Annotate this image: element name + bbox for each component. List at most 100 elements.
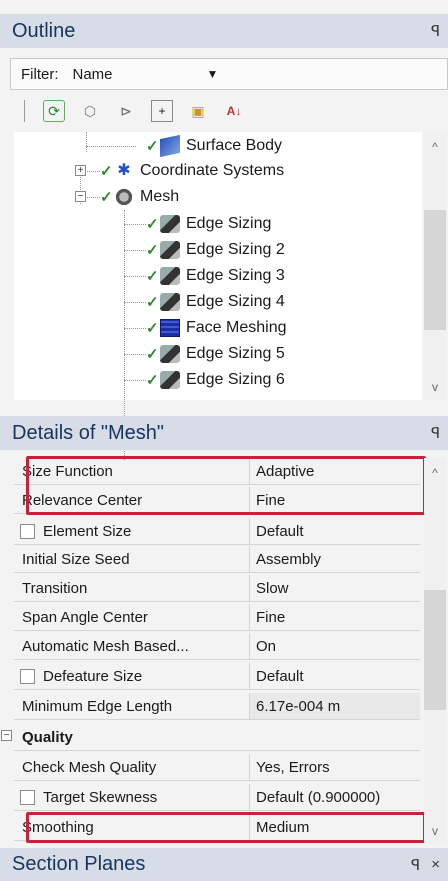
expand-icon[interactable]: + bbox=[75, 165, 86, 176]
mesh-icon bbox=[114, 188, 134, 206]
check-icon: ✓ bbox=[146, 138, 159, 155]
parameter-checkbox[interactable] bbox=[20, 523, 35, 539]
property-name-cell: Defeature Size bbox=[14, 663, 250, 689]
tree-item-edge-sizing[interactable]: ✓ Edge Sizing bbox=[146, 212, 271, 236]
highlight-box bbox=[26, 812, 426, 843]
property-name: Transition bbox=[14, 575, 250, 601]
tree-item-label: Edge Sizing 6 bbox=[186, 371, 285, 388]
collapse-icon[interactable]: − bbox=[75, 191, 86, 202]
property-name-cell: Target Skewness bbox=[14, 784, 250, 810]
property-name: Defeature Size bbox=[43, 667, 143, 685]
edge-sizing-icon bbox=[160, 371, 180, 389]
tree-item-label: Edge Sizing 4 bbox=[186, 293, 285, 310]
edge-sizing-icon bbox=[160, 241, 180, 259]
edge-sizing-icon bbox=[160, 345, 180, 363]
outline-filter-bar: Filter: Name ▼ bbox=[10, 58, 448, 90]
tree-item-label: Face Meshing bbox=[186, 319, 287, 336]
filter-select[interactable]: Name bbox=[59, 66, 207, 83]
tree-item-label: Surface Body bbox=[186, 137, 283, 154]
tree-item-label: Edge Sizing bbox=[186, 215, 272, 232]
property-name: Automatic Mesh Based... bbox=[14, 633, 250, 659]
check-icon: ✓ bbox=[146, 242, 159, 259]
details-row[interactable]: Check Mesh Quality Yes, Errors bbox=[14, 754, 420, 781]
property-value: 6.17e-004 m bbox=[250, 693, 420, 719]
scroll-up-icon[interactable]: ^ bbox=[424, 466, 446, 480]
coordinate-axes-icon: ✱ bbox=[117, 162, 131, 179]
parameter-checkbox[interactable] bbox=[20, 668, 35, 684]
tree-item-edge-sizing-4[interactable]: ✓ Edge Sizing 4 bbox=[146, 290, 285, 314]
property-value[interactable]: Default bbox=[250, 518, 420, 544]
pin-icon[interactable]: ꟼ bbox=[431, 424, 440, 442]
scroll-down-icon[interactable]: v bbox=[424, 824, 446, 838]
details-scroll-thumb[interactable] bbox=[424, 590, 446, 710]
surface-body-icon bbox=[160, 134, 180, 158]
check-icon: ✓ bbox=[100, 163, 113, 180]
sort-az-icon[interactable]: A↓ bbox=[223, 100, 245, 122]
check-icon: ✓ bbox=[146, 268, 159, 285]
section-planes-panel-title: Section Planes ꟼ × bbox=[0, 848, 448, 881]
property-name-cell: Element Size bbox=[14, 518, 250, 544]
details-row[interactable]: Element Size Default bbox=[14, 518, 420, 545]
tree-item-surface-body[interactable]: ✓ Surface Body bbox=[146, 134, 282, 158]
scroll-up-icon[interactable]: ^ bbox=[424, 140, 446, 154]
dropdown-arrow-icon[interactable]: ▼ bbox=[207, 67, 219, 81]
expand-all-icon[interactable]: + bbox=[151, 100, 173, 122]
outline-title-text: Outline bbox=[12, 19, 76, 42]
tree-item-label: Edge Sizing 5 bbox=[186, 345, 285, 362]
highlight-box bbox=[26, 456, 426, 515]
edge-sizing-icon bbox=[160, 267, 180, 285]
check-icon: ✓ bbox=[146, 320, 159, 337]
tree-item-label: Edge Sizing 2 bbox=[186, 241, 285, 258]
tree-item-edge-sizing-2[interactable]: ✓ Edge Sizing 2 bbox=[146, 238, 285, 262]
tree-item-coordinate-systems[interactable]: ✓ ✱ Coordinate Systems bbox=[100, 159, 284, 183]
filter-label: Filter: bbox=[21, 65, 59, 83]
close-icon[interactable]: × bbox=[431, 856, 440, 873]
details-row[interactable]: Initial Size Seed Assembly bbox=[14, 546, 420, 573]
details-panel-title: Details of "Mesh" ꟼ bbox=[0, 416, 448, 450]
check-icon: ✓ bbox=[146, 216, 159, 233]
pin-icon[interactable]: ꟼ bbox=[411, 856, 420, 874]
pin-icon[interactable]: ꟼ bbox=[431, 22, 440, 40]
property-name: Check Mesh Quality bbox=[14, 754, 250, 780]
refresh-icon[interactable]: ⟳ bbox=[43, 100, 65, 122]
details-title-text: Details of "Mesh" bbox=[12, 421, 165, 444]
section-planes-title-text: Section Planes bbox=[12, 853, 146, 875]
tree-item-edge-sizing-3[interactable]: ✓ Edge Sizing 3 bbox=[146, 264, 285, 288]
edge-sizing-icon bbox=[160, 293, 180, 311]
section-header: Quality bbox=[22, 728, 73, 746]
property-value[interactable]: Yes, Errors bbox=[250, 754, 420, 780]
property-value[interactable]: On bbox=[250, 633, 420, 659]
property-value[interactable]: Assembly bbox=[250, 546, 420, 572]
collapse-icon[interactable]: − bbox=[1, 730, 12, 741]
filter-path-icon[interactable]: ⊳ bbox=[115, 100, 137, 122]
outline-panel-title: Outline ꟼ bbox=[0, 14, 448, 48]
details-row[interactable]: Target Skewness Default (0.900000) bbox=[14, 784, 420, 811]
property-name: Span Angle Center bbox=[14, 604, 250, 630]
property-value[interactable]: Default (0.900000) bbox=[250, 784, 420, 810]
details-row[interactable]: Minimum Edge Length 6.17e-004 m bbox=[14, 693, 420, 720]
property-name: Minimum Edge Length bbox=[14, 693, 250, 719]
details-row[interactable]: Transition Slow bbox=[14, 575, 420, 602]
edge-sizing-icon bbox=[160, 215, 180, 233]
tree-item-edge-sizing-5[interactable]: ✓ Edge Sizing 5 bbox=[146, 342, 285, 366]
tree-item-edge-sizing-6[interactable]: ✓ Edge Sizing 6 bbox=[146, 368, 285, 392]
tree-item-label: Edge Sizing 3 bbox=[186, 267, 285, 284]
property-value[interactable]: Slow bbox=[250, 575, 420, 601]
details-row[interactable]: Automatic Mesh Based... On bbox=[14, 633, 420, 660]
property-value[interactable]: Default bbox=[250, 663, 420, 689]
outline-scroll-thumb[interactable] bbox=[424, 210, 446, 330]
details-row[interactable]: Span Angle Center Fine bbox=[14, 604, 420, 631]
parameter-checkbox[interactable] bbox=[20, 789, 35, 805]
details-section-quality[interactable]: − Quality bbox=[1, 724, 420, 751]
tree-item-mesh[interactable]: ✓ Mesh bbox=[100, 185, 179, 209]
scroll-down-icon[interactable]: v bbox=[424, 380, 446, 394]
clear-icon[interactable]: ⬡ bbox=[79, 100, 101, 122]
details-row[interactable]: Defeature Size Default bbox=[14, 663, 420, 690]
toolbar-separator bbox=[24, 100, 25, 122]
property-value[interactable]: Fine bbox=[250, 604, 420, 630]
property-name: Initial Size Seed bbox=[14, 546, 250, 572]
outline-tree: ✓ Surface Body + ✓ ✱ Coordinate Systems … bbox=[14, 132, 422, 460]
folder-icon[interactable]: ▣ bbox=[187, 100, 209, 122]
face-meshing-icon bbox=[160, 319, 180, 337]
tree-item-face-meshing[interactable]: ✓ Face Meshing bbox=[146, 316, 287, 340]
